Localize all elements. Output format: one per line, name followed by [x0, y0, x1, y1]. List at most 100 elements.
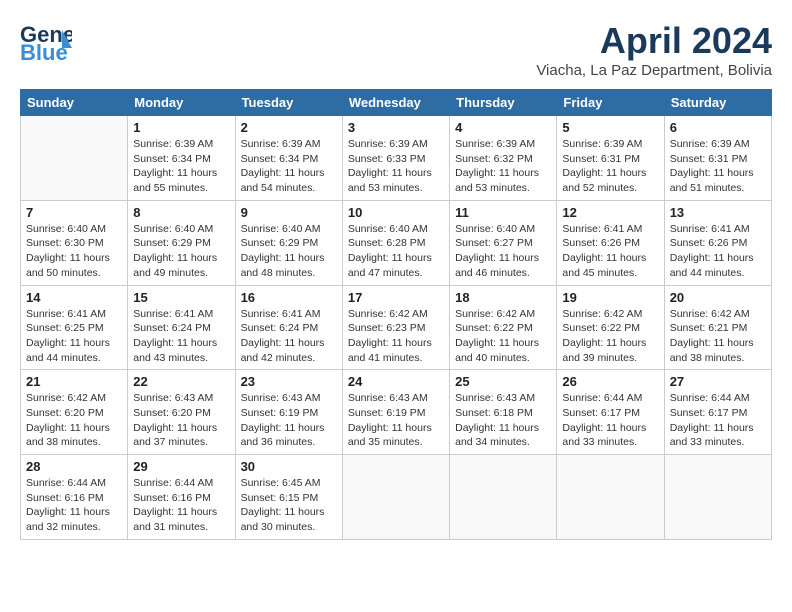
calendar-header-cell: Saturday: [664, 90, 771, 116]
day-info: Sunrise: 6:44 AMSunset: 6:17 PMDaylight:…: [562, 391, 658, 450]
day-info: Sunrise: 6:41 AMSunset: 6:25 PMDaylight:…: [26, 307, 122, 366]
location-subtitle: Viacha, La Paz Department, Bolivia: [536, 62, 772, 79]
calendar-header-cell: Wednesday: [342, 90, 449, 116]
calendar-day-cell: 2 Sunrise: 6:39 AMSunset: 6:34 PMDaylight…: [235, 116, 342, 201]
day-info: Sunrise: 6:41 AMSunset: 6:26 PMDaylight:…: [562, 222, 658, 281]
day-number: 8: [133, 205, 229, 220]
day-info: Sunrise: 6:43 AMSunset: 6:19 PMDaylight:…: [241, 391, 337, 450]
day-info: Sunrise: 6:45 AMSunset: 6:15 PMDaylight:…: [241, 476, 337, 535]
day-info: Sunrise: 6:40 AMSunset: 6:27 PMDaylight:…: [455, 222, 551, 281]
day-number: 29: [133, 459, 229, 474]
calendar-day-cell: 15 Sunrise: 6:41 AMSunset: 6:24 PMDayligh…: [128, 285, 235, 370]
day-number: 24: [348, 374, 444, 389]
calendar-day-cell: 24 Sunrise: 6:43 AMSunset: 6:19 PMDayligh…: [342, 370, 449, 455]
calendar-day-cell: 12 Sunrise: 6:41 AMSunset: 6:26 PMDayligh…: [557, 200, 664, 285]
calendar-week-row: 7 Sunrise: 6:40 AMSunset: 6:30 PMDaylight…: [21, 200, 772, 285]
calendar-week-row: 1 Sunrise: 6:39 AMSunset: 6:34 PMDaylight…: [21, 116, 772, 201]
day-number: 28: [26, 459, 122, 474]
logo: General Blue: [20, 20, 72, 68]
day-number: 3: [348, 120, 444, 135]
day-info: Sunrise: 6:42 AMSunset: 6:20 PMDaylight:…: [26, 391, 122, 450]
day-info: Sunrise: 6:40 AMSunset: 6:29 PMDaylight:…: [241, 222, 337, 281]
calendar-day-cell: [557, 455, 664, 540]
day-number: 16: [241, 290, 337, 305]
day-info: Sunrise: 6:44 AMSunset: 6:16 PMDaylight:…: [133, 476, 229, 535]
calendar-day-cell: 10 Sunrise: 6:40 AMSunset: 6:28 PMDayligh…: [342, 200, 449, 285]
calendar-header-cell: Sunday: [21, 90, 128, 116]
calendar-day-cell: 22 Sunrise: 6:43 AMSunset: 6:20 PMDayligh…: [128, 370, 235, 455]
calendar-day-cell: 17Sunrise: 6:42 AMSunset: 6:23 PMDayligh…: [342, 285, 449, 370]
calendar-header-cell: Monday: [128, 90, 235, 116]
day-info: Sunrise: 6:43 AMSunset: 6:18 PMDaylight:…: [455, 391, 551, 450]
day-info: Sunrise: 6:42 AMSunset: 6:22 PMDaylight:…: [562, 307, 658, 366]
day-number: 1: [133, 120, 229, 135]
day-number: 18: [455, 290, 551, 305]
page-header: General Blue April 2024 Viacha, La Paz D…: [20, 20, 772, 79]
calendar-day-cell: 4Sunrise: 6:39 AMSunset: 6:32 PMDaylight…: [450, 116, 557, 201]
day-number: 22: [133, 374, 229, 389]
day-info: Sunrise: 6:39 AMSunset: 6:31 PMDaylight:…: [562, 137, 658, 196]
title-block: April 2024 Viacha, La Paz Department, Bo…: [536, 20, 772, 79]
day-number: 12: [562, 205, 658, 220]
day-info: Sunrise: 6:41 AMSunset: 6:26 PMDaylight:…: [670, 222, 766, 281]
day-number: 9: [241, 205, 337, 220]
calendar-day-cell: 27Sunrise: 6:44 AMSunset: 6:17 PMDayligh…: [664, 370, 771, 455]
day-info: Sunrise: 6:41 AMSunset: 6:24 PMDaylight:…: [241, 307, 337, 366]
calendar-day-cell: 11 Sunrise: 6:40 AMSunset: 6:27 PMDayligh…: [450, 200, 557, 285]
day-number: 7: [26, 205, 122, 220]
day-info: Sunrise: 6:40 AMSunset: 6:30 PMDaylight:…: [26, 222, 122, 281]
day-number: 21: [26, 374, 122, 389]
day-info: Sunrise: 6:42 AMSunset: 6:22 PMDaylight:…: [455, 307, 551, 366]
day-info: Sunrise: 6:40 AMSunset: 6:28 PMDaylight:…: [348, 222, 444, 281]
day-number: 26: [562, 374, 658, 389]
calendar-day-cell: 19 Sunrise: 6:42 AMSunset: 6:22 PMDayligh…: [557, 285, 664, 370]
day-info: Sunrise: 6:39 AMSunset: 6:31 PMDaylight:…: [670, 137, 766, 196]
calendar-week-row: 14 Sunrise: 6:41 AMSunset: 6:25 PMDayligh…: [21, 285, 772, 370]
calendar-header-row: SundayMondayTuesdayWednesdayThursdayFrid…: [21, 90, 772, 116]
day-number: 11: [455, 205, 551, 220]
day-info: Sunrise: 6:40 AMSunset: 6:29 PMDaylight:…: [133, 222, 229, 281]
day-info: Sunrise: 6:44 AMSunset: 6:16 PMDaylight:…: [26, 476, 122, 535]
day-number: 5: [562, 120, 658, 135]
calendar-day-cell: 21 Sunrise: 6:42 AMSunset: 6:20 PMDayligh…: [21, 370, 128, 455]
day-info: Sunrise: 6:43 AMSunset: 6:19 PMDaylight:…: [348, 391, 444, 450]
day-number: 6: [670, 120, 766, 135]
logo-icon: General Blue: [20, 20, 72, 68]
calendar-day-cell: [450, 455, 557, 540]
calendar-week-row: 21 Sunrise: 6:42 AMSunset: 6:20 PMDayligh…: [21, 370, 772, 455]
day-number: 19: [562, 290, 658, 305]
calendar-day-cell: 13Sunrise: 6:41 AMSunset: 6:26 PMDayligh…: [664, 200, 771, 285]
calendar-day-cell: 29 Sunrise: 6:44 AMSunset: 6:16 PMDayligh…: [128, 455, 235, 540]
calendar-header-cell: Friday: [557, 90, 664, 116]
day-info: Sunrise: 6:42 AMSunset: 6:21 PMDaylight:…: [670, 307, 766, 366]
day-info: Sunrise: 6:39 AMSunset: 6:32 PMDaylight:…: [455, 137, 551, 196]
calendar-day-cell: [21, 116, 128, 201]
calendar-day-cell: [342, 455, 449, 540]
day-info: Sunrise: 6:43 AMSunset: 6:20 PMDaylight:…: [133, 391, 229, 450]
calendar-day-cell: 7 Sunrise: 6:40 AMSunset: 6:30 PMDaylight…: [21, 200, 128, 285]
calendar-header-cell: Thursday: [450, 90, 557, 116]
calendar-day-cell: 8 Sunrise: 6:40 AMSunset: 6:29 PMDaylight…: [128, 200, 235, 285]
day-info: Sunrise: 6:39 AMSunset: 6:33 PMDaylight:…: [348, 137, 444, 196]
calendar-day-cell: 30Sunrise: 6:45 AMSunset: 6:15 PMDayligh…: [235, 455, 342, 540]
calendar-body: 1 Sunrise: 6:39 AMSunset: 6:34 PMDaylight…: [21, 116, 772, 540]
calendar-day-cell: 3 Sunrise: 6:39 AMSunset: 6:33 PMDaylight…: [342, 116, 449, 201]
calendar-day-cell: 1Sunrise: 6:39 AMSunset: 6:34 PMDaylight…: [128, 116, 235, 201]
calendar-day-cell: 20Sunrise: 6:42 AMSunset: 6:21 PMDayligh…: [664, 285, 771, 370]
calendar-day-cell: 28 Sunrise: 6:44 AMSunset: 6:16 PMDayligh…: [21, 455, 128, 540]
day-number: 2: [241, 120, 337, 135]
svg-text:Blue: Blue: [20, 40, 68, 65]
day-number: 25: [455, 374, 551, 389]
day-number: 10: [348, 205, 444, 220]
day-number: 15: [133, 290, 229, 305]
calendar-table: SundayMondayTuesdayWednesdayThursdayFrid…: [20, 89, 772, 540]
calendar-day-cell: 16 Sunrise: 6:41 AMSunset: 6:24 PMDayligh…: [235, 285, 342, 370]
day-number: 14: [26, 290, 122, 305]
calendar-week-row: 28 Sunrise: 6:44 AMSunset: 6:16 PMDayligh…: [21, 455, 772, 540]
calendar-day-cell: 25 Sunrise: 6:43 AMSunset: 6:18 PMDayligh…: [450, 370, 557, 455]
calendar-day-cell: 5 Sunrise: 6:39 AMSunset: 6:31 PMDaylight…: [557, 116, 664, 201]
calendar-day-cell: 9 Sunrise: 6:40 AMSunset: 6:29 PMDaylight…: [235, 200, 342, 285]
day-info: Sunrise: 6:39 AMSunset: 6:34 PMDaylight:…: [241, 137, 337, 196]
day-info: Sunrise: 6:41 AMSunset: 6:24 PMDaylight:…: [133, 307, 229, 366]
day-number: 17: [348, 290, 444, 305]
